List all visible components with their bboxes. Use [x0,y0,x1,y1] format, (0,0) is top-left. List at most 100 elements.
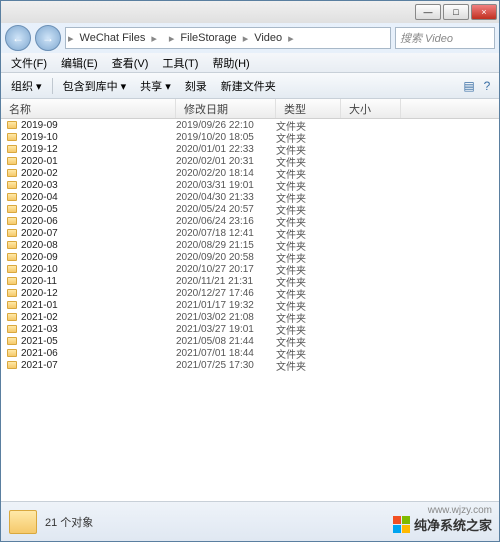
nav-bar: ← → ▸ WeChat Files ▸ ▸ FileStorage ▸ Vid… [1,23,499,53]
minimize-button[interactable]: — [415,4,441,20]
item-date: 2019/09/26 22:10 [176,120,276,131]
item-date: 2020/01/01 22:33 [176,144,276,155]
table-row[interactable]: 2021-062021/07/01 18:44文件夹 [1,347,499,359]
chevron-right-icon[interactable]: ▸ [241,32,251,45]
item-name: 2020-04 [21,192,58,203]
back-button[interactable]: ← [5,25,31,51]
folder-icon [7,133,17,141]
menu-tools[interactable]: 工具(T) [156,53,204,73]
folder-icon [7,277,17,285]
search-input[interactable]: 搜索 Video [395,27,495,49]
folder-icon [7,325,17,333]
table-row[interactable]: 2020-082020/08/29 21:15文件夹 [1,239,499,251]
column-name[interactable]: 名称 [1,99,176,118]
item-name: 2020-08 [21,240,58,251]
item-name: 2020-09 [21,252,58,263]
item-type: 文件夹 [276,358,341,373]
item-date: 2020/03/31 19:01 [176,180,276,191]
menu-file[interactable]: 文件(F) [5,53,53,73]
chevron-right-icon[interactable]: ▸ [167,32,177,45]
table-row[interactable]: 2021-012021/01/17 19:32文件夹 [1,299,499,311]
item-name: 2021-03 [21,324,58,335]
table-row[interactable]: 2020-122020/12/27 17:46文件夹 [1,287,499,299]
folder-icon [7,169,17,177]
column-type[interactable]: 类型 [276,99,341,118]
chevron-right-icon[interactable]: ▸ [66,32,76,45]
new-folder-button[interactable]: 新建文件夹 [215,76,282,96]
menu-edit[interactable]: 编辑(E) [55,53,104,73]
item-date: 2020/11/21 21:31 [176,276,276,287]
menu-bar: 文件(F) 编辑(E) 查看(V) 工具(T) 帮助(H) [1,53,499,73]
folder-icon [7,301,17,309]
burn-button[interactable]: 刻录 [179,76,213,96]
item-date: 2021/07/25 17:30 [176,360,276,371]
folder-icon [7,181,17,189]
item-name: 2020-06 [21,216,58,227]
explorer-window: — □ × ← → ▸ WeChat Files ▸ ▸ FileStorage… [0,0,500,542]
table-row[interactable]: 2019-092019/09/26 22:10文件夹 [1,119,499,131]
item-name: 2019-12 [21,144,58,155]
menu-view[interactable]: 查看(V) [106,53,155,73]
folder-icon [7,289,17,297]
item-date: 2021/03/27 19:01 [176,324,276,335]
separator [52,78,53,94]
item-date: 2021/03/02 21:08 [176,312,276,323]
column-date[interactable]: 修改日期 [176,99,276,118]
table-row[interactable]: 2020-012020/02/01 20:31文件夹 [1,155,499,167]
breadcrumb-part[interactable]: FileStorage [176,32,240,44]
item-name: 2020-07 [21,228,58,239]
item-name: 2019-10 [21,132,58,143]
table-row[interactable]: 2020-062020/06/24 23:16文件夹 [1,215,499,227]
table-row[interactable]: 2021-032021/03/27 19:01文件夹 [1,323,499,335]
help-icon[interactable]: ? [479,78,495,94]
table-row[interactable]: 2020-022020/02/20 18:14文件夹 [1,167,499,179]
breadcrumb[interactable]: ▸ WeChat Files ▸ ▸ FileStorage ▸ Video ▸ [65,27,391,49]
forward-button[interactable]: → [35,25,61,51]
include-in-library-button[interactable]: 包含到库中 ▾ [57,76,133,96]
file-list: 2019-092019/09/26 22:10文件夹2019-10 2019/10… [1,119,499,501]
table-row[interactable]: 2019-102019/10/20 18:05文件夹 [1,131,499,143]
chevron-right-icon[interactable]: ▸ [286,32,296,45]
status-count: 21 个对象 [45,514,93,530]
table-row[interactable]: 2020-052020/05/24 20:57文件夹 [1,203,499,215]
item-name: 2020-11 [21,276,57,287]
view-options-icon[interactable]: ▤ [461,78,477,94]
table-row[interactable]: 2020-102020/10/27 20:17文件夹 [1,263,499,275]
organize-button[interactable]: 组织 ▾ [5,76,48,96]
folder-icon [7,193,17,201]
table-row[interactable]: 2020-092020/09/20 20:58文件夹 [1,251,499,263]
item-name: 2020-10 [21,264,58,275]
folder-icon [7,241,17,249]
maximize-button[interactable]: □ [443,4,469,20]
table-row[interactable]: 2021-022021/03/02 21:08文件夹 [1,311,499,323]
close-button[interactable]: × [471,4,497,20]
item-name: 2021-07 [21,360,58,371]
folder-icon [7,313,17,321]
table-row[interactable]: 2019-122020/01/01 22:33文件夹 [1,143,499,155]
item-date: 2019/10/20 18:05 [176,132,276,143]
item-name: 2021-02 [21,312,58,323]
item-name: 2020-03 [21,180,58,191]
item-name: 2020-02 [21,168,58,179]
table-row[interactable]: 2020-072020/07/18 12:41文件夹 [1,227,499,239]
item-date: 2020/05/24 20:57 [176,204,276,215]
table-row[interactable]: 2020-042020/04/30 21:33文件夹 [1,191,499,203]
chevron-right-icon[interactable]: ▸ [149,32,159,45]
table-row[interactable]: 2020-032020/03/31 19:01文件夹 [1,179,499,191]
table-row[interactable]: 2020-112020/11/21 21:31文件夹 [1,275,499,287]
item-date: 2020/02/01 20:31 [176,156,276,167]
item-date: 2020/04/30 21:33 [176,192,276,203]
folder-icon [7,205,17,213]
item-date: 2021/07/01 18:44 [176,348,276,359]
breadcrumb-part[interactable]: Video [250,32,286,44]
item-name: 2021-05 [21,336,58,347]
item-name: 2020-12 [21,288,58,299]
table-row[interactable]: 2021-052021/05/08 21:44文件夹 [1,335,499,347]
item-date: 2020/02/20 18:14 [176,168,276,179]
share-button[interactable]: 共享 ▾ [134,76,177,96]
breadcrumb-part[interactable]: WeChat Files [76,32,150,44]
menu-help[interactable]: 帮助(H) [206,53,255,73]
column-size[interactable]: 大小 [341,99,401,118]
item-date: 2020/07/18 12:41 [176,228,276,239]
table-row[interactable]: 2021-07 2021/07/25 17:30文件夹 [1,359,499,371]
